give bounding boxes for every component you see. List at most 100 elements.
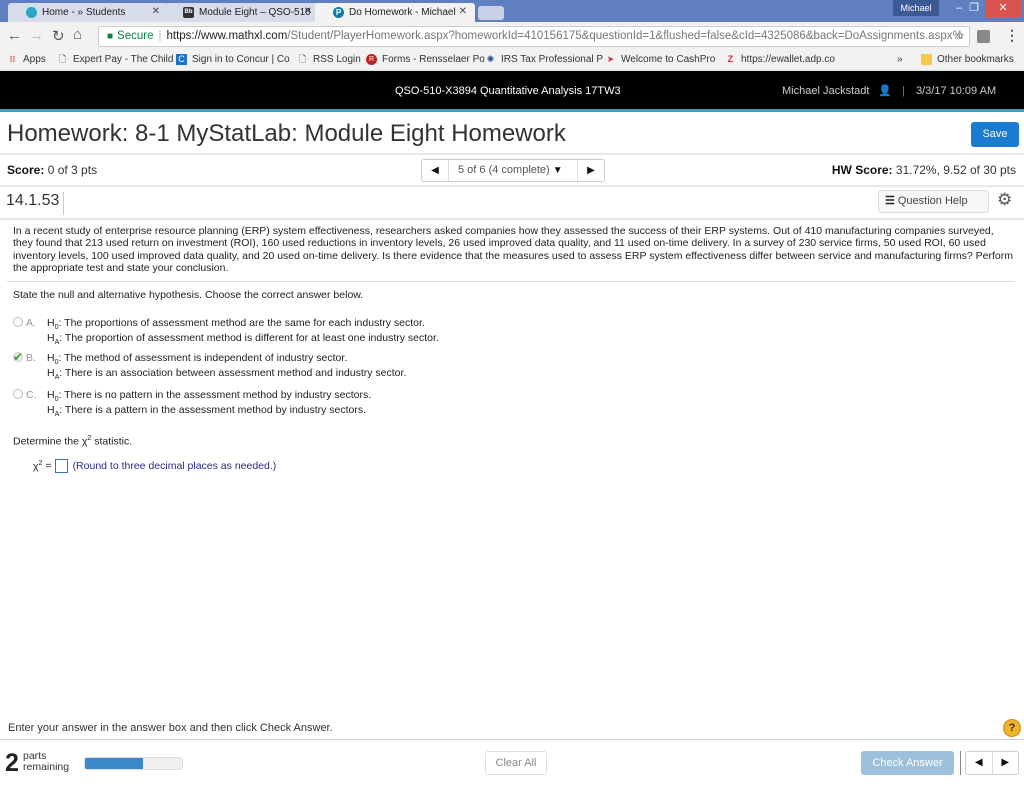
bookmark-rensselaer[interactable]: R Forms - Rensselaer Po <box>366 54 485 65</box>
save-button[interactable]: Save <box>971 122 1019 147</box>
option-letter: A. <box>26 317 36 329</box>
user-name[interactable]: Michael Jackstadt <box>782 85 869 97</box>
profile-button[interactable]: Michael <box>893 0 939 16</box>
question-number: 14.1.53 <box>6 192 65 215</box>
bookmark-label: Forms - Rensselaer Po <box>382 54 485 65</box>
next-question-button[interactable]: ▶ <box>991 752 1019 774</box>
alternative-hypothesis: HA: The proportion of assessment method … <box>47 332 439 347</box>
option-c[interactable]: C. H0: There is no pattern in the assess… <box>13 389 613 419</box>
check-answer-button[interactable]: Check Answer <box>861 751 954 775</box>
hw-score-label: HW Score: <box>831 163 893 177</box>
score-value: 0 of 3 pts <box>47 163 98 177</box>
option-a[interactable]: A. H0: The proportions of assessment met… <box>13 317 613 347</box>
home-icon[interactable]: ⌂ <box>73 26 82 43</box>
bookmark-star-icon[interactable]: ☆ <box>955 27 965 46</box>
option-letter: B. <box>26 352 36 364</box>
irs-icon: ✺ <box>486 54 495 64</box>
pearson-icon: P <box>333 7 344 18</box>
alternative-hypothesis: HA: There is a pattern in the assessment… <box>47 404 367 419</box>
close-icon[interactable]: ✕ <box>459 6 467 17</box>
question-help-label: Question Help <box>897 195 968 207</box>
adp-icon: Z <box>727 54 734 64</box>
url-path: /Student/PlayerHomework.aspx?homeworkId=… <box>287 30 963 42</box>
bookmarks-bar: ⁝⁝ Apps 🗋 Expert Pay - The Child C Sign in … <box>0 49 1024 71</box>
bookmark-expert-pay[interactable]: 🗋 Expert Pay - The Child <box>57 54 174 65</box>
close-icon[interactable]: ✕ <box>304 6 312 17</box>
bookmark-cashpro[interactable]: ➤ Welcome to CashPro <box>605 54 716 65</box>
other-bookmarks[interactable]: Other bookmarks <box>921 54 1014 65</box>
hw-score: HW Score: 31.72%, 9.52 of 30 pts <box>832 163 1016 177</box>
divider <box>7 281 1015 282</box>
null-hypothesis: H0: There is no pattern in the assessmen… <box>47 389 372 404</box>
next-question-button[interactable]: ▶ <box>578 160 604 181</box>
help-icon[interactable]: ? <box>1003 719 1021 737</box>
rensselaer-icon: R <box>366 54 377 65</box>
bookmark-label: RSS Login <box>313 54 361 65</box>
bookmark-rss-login[interactable]: 🗋 RSS Login <box>297 54 361 65</box>
lock-icon: ■ <box>107 31 114 42</box>
address-bar[interactable]: ■ Secure | https://www.mathxl.com/Student/P… <box>98 26 970 47</box>
question-select-label: 5 of 6 (4 complete) <box>458 164 550 176</box>
hw-score-value: 31.72%, 9.52 of 30 pts <box>895 163 1016 177</box>
separator: | <box>158 30 162 42</box>
chi-symbol: χ2 <box>33 459 43 473</box>
question-select[interactable]: 5 of 6 (4 complete) ▼ <box>448 160 578 181</box>
forward-arrow-icon[interactable]: → <box>29 27 44 44</box>
parts-remaining-count: 2 <box>5 749 19 777</box>
overflow-label: » <box>897 54 903 65</box>
bookmarks-overflow-button[interactable]: » <box>897 54 903 65</box>
score-label: Score: <box>7 163 45 177</box>
bookmark-label: Other bookmarks <box>937 54 1014 65</box>
progress-fill <box>85 758 144 769</box>
restore-icon[interactable]: ❐ <box>965 0 983 18</box>
checkmark-icon: ✔ <box>13 350 24 364</box>
previous-question-button[interactable]: ◀ <box>422 160 448 181</box>
chi-square-prompt: Determine the χ2 statistic. <box>13 435 133 448</box>
radio-button[interactable] <box>13 317 23 327</box>
equals-sign: = <box>45 460 52 472</box>
tab-title: Module Eight – QSO-510 <box>199 7 311 18</box>
alternative-hypothesis: HA: There is an association between asse… <box>47 367 407 382</box>
radio-button[interactable] <box>13 389 23 399</box>
close-icon[interactable]: ✕ <box>152 6 160 17</box>
bookmark-label: https://ewallet.adp.co <box>741 54 835 65</box>
rounding-hint: (Round to three decimal places as needed… <box>72 460 277 472</box>
concur-icon: C <box>176 54 187 65</box>
folder-icon <box>921 54 932 65</box>
tab-title: Do Homework - Michael <box>349 7 456 18</box>
bookmark-irs[interactable]: ✺ IRS Tax Professional P <box>485 54 603 65</box>
progress-bar <box>84 757 183 770</box>
bookmark-apps[interactable]: ⁝⁝ Apps <box>7 54 46 65</box>
page-title: Homework: 8-1 MyStatLab: Module Eight Ho… <box>7 120 566 147</box>
extension-icon[interactable] <box>977 30 990 43</box>
option-b[interactable]: ✔ B. H0: The method of assessment is inde… <box>13 350 613 382</box>
reload-icon[interactable]: ↻ <box>52 27 65 45</box>
user-icon: 👤 <box>878 85 892 97</box>
question-help-button[interactable]: ☰ Question Help <box>878 190 989 213</box>
chi-square-answer-row: χ2 = (Round to three decimal places as n… <box>33 459 276 473</box>
tab-do-homework[interactable]: P Do Homework - Michael ✕ <box>315 3 475 22</box>
blackboard-icon: Bb <box>183 7 194 18</box>
tab-module-eight[interactable]: Bb Module Eight – QSO-510 ✕ <box>165 3 320 22</box>
gear-icon[interactable]: ⚙ <box>997 190 1012 210</box>
bookmark-label: Apps <box>23 54 46 65</box>
menu-kebab-icon[interactable]: ⋮ <box>1005 27 1019 44</box>
chi-square-input[interactable] <box>54 459 68 473</box>
new-tab-button[interactable] <box>478 6 504 20</box>
back-arrow-icon[interactable]: ← <box>7 27 22 44</box>
previous-question-button[interactable]: ◀ <box>966 752 992 774</box>
question-navigator: ◀ 5 of 6 (4 complete) ▼ ▶ <box>421 159 605 182</box>
null-hypothesis: H0: The proportions of assessment method… <box>47 317 425 332</box>
bookmark-adp[interactable]: Zhttps://ewallet.adp.co <box>725 54 835 65</box>
clear-all-button[interactable]: Clear All <box>485 751 547 775</box>
bookmark-label: Welcome to CashPro <box>621 54 716 65</box>
divider <box>0 739 1024 740</box>
close-window-icon[interactable]: ✕ <box>985 0 1021 18</box>
divider <box>0 218 1024 220</box>
globe-icon <box>26 7 37 18</box>
tab-home-students[interactable]: Home - » Students ✕ <box>8 3 168 22</box>
question-instruction: State the null and alternative hypothesi… <box>13 289 364 301</box>
bofa-icon: ➤ <box>606 54 615 64</box>
parts-remaining-label: parts remaining <box>23 750 70 773</box>
bookmark-concur[interactable]: C Sign in to Concur | Co <box>176 54 290 65</box>
